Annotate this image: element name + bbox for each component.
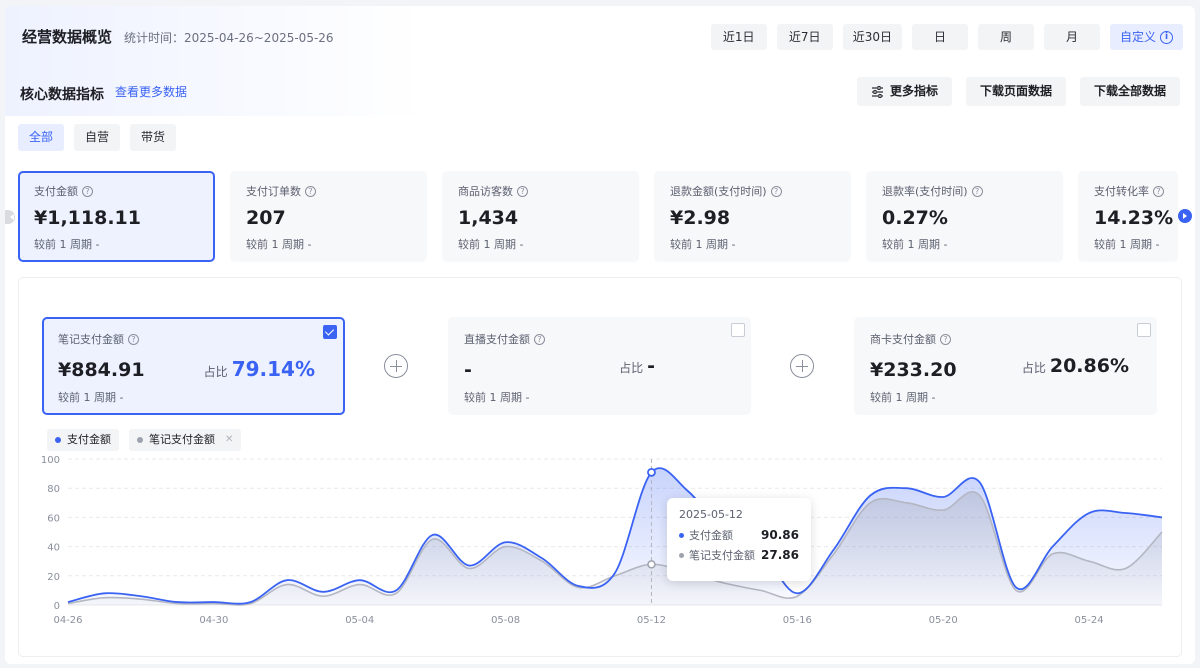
y-tick-label: 60 xyxy=(47,513,60,524)
kpi-label: 支付订单数 xyxy=(246,185,301,198)
kpi-value: ¥2.98 xyxy=(670,207,731,229)
x-tick-label: 05-04 xyxy=(345,615,374,626)
x-tick-label: 05-20 xyxy=(929,615,958,626)
help-icon[interactable]: ? xyxy=(305,185,316,197)
range-day-button[interactable]: 日 xyxy=(911,24,968,50)
x-tick-label: 04-30 xyxy=(199,615,228,626)
data-point-note-payment xyxy=(647,560,656,569)
custom-label: 自定义 xyxy=(1119,30,1156,44)
dot-icon xyxy=(679,532,684,538)
kpi-compare: 较前 1 周期 - xyxy=(34,238,100,251)
y-tick-label: 0 xyxy=(54,601,60,612)
info-icon: i xyxy=(1160,30,1173,44)
tooltip-row: 支付金额 90.86 xyxy=(679,527,799,543)
kpi-value: 1,434 xyxy=(458,207,519,229)
y-tick-label: 40 xyxy=(47,543,60,554)
dot-icon xyxy=(679,552,684,558)
kpi-label: 支付转化率 xyxy=(1094,185,1149,198)
page-title: 经营数据概览 xyxy=(22,28,113,46)
view-more-data-link[interactable]: 查看更多数据 xyxy=(115,83,187,100)
range-week-button[interactable]: 周 xyxy=(977,24,1034,50)
series-area-note-payment xyxy=(68,491,1162,605)
kpi-label: 商品访客数 xyxy=(458,185,513,198)
x-tick-label: 05-16 xyxy=(783,615,812,626)
kpi-card-payment-amount[interactable]: 支付金额? ¥1,118.11 较前 1 周期 - xyxy=(18,171,215,262)
range-30d-button[interactable]: 近30日 xyxy=(842,24,902,50)
download-page-data-button[interactable]: 下载页面数据 xyxy=(965,77,1066,106)
x-tick-label: 05-12 xyxy=(637,615,666,626)
channel-filter-tabs: 全部 自营 带货 xyxy=(18,124,177,151)
download-all-data-button[interactable]: 下载全部数据 xyxy=(1079,77,1180,106)
tab-affiliate[interactable]: 带货 xyxy=(130,124,177,151)
x-tick-label: 05-08 xyxy=(491,615,520,626)
help-icon[interactable]: ? xyxy=(971,185,983,197)
action-buttons: 更多指标 下载页面数据 下载全部数据 xyxy=(856,77,1180,106)
trend-chart: 0 20 40 60 80 100 04-26 04-30 05-04 05-08 05-12 05-… xyxy=(41,455,1163,626)
scroll-left-arrow-icon[interactable] xyxy=(5,210,15,224)
kpi-cards: 支付金额? ¥1,118.11 较前 1 周期 - 支付订单数? 207 较前 … xyxy=(18,171,1178,262)
more-metrics-label: 更多指标 xyxy=(889,84,938,98)
kpi-compare: 较前 1 周期 - xyxy=(246,238,312,251)
help-icon[interactable]: ? xyxy=(1153,185,1164,197)
tooltip-row: 笔记支付金额 27.86 xyxy=(679,547,799,563)
data-overview-page: 经营数据概览 统计时间：2025-04-26~2025-05-26 近1日 近7… xyxy=(5,6,1195,664)
sliders-icon xyxy=(871,85,883,98)
time-range-selector: 近1日 近7日 近30日 日 周 月 自定义 i xyxy=(710,24,1183,50)
chart-tooltip: 2025-05-12 支付金额 90.86 笔记支付金额 27.86 xyxy=(667,498,811,581)
kpi-compare: 较前 1 周期 - xyxy=(1094,238,1160,251)
kpi-card-order-count[interactable]: 支付订单数? 207 较前 1 周期 - xyxy=(230,171,427,262)
kpi-compare: 较前 1 周期 - xyxy=(670,238,736,251)
kpi-card-refund-amount[interactable]: 退款金额(支付时间)? ¥2.98 较前 1 周期 - xyxy=(654,171,851,262)
kpi-value: ¥1,118.11 xyxy=(34,207,141,229)
kpi-value: 14.23% xyxy=(1094,207,1174,229)
more-metrics-button[interactable]: 更多指标 xyxy=(856,77,952,106)
y-tick-label: 80 xyxy=(47,484,60,495)
kpi-label: 支付金额 xyxy=(34,185,78,198)
kpi-value: 207 xyxy=(246,207,286,229)
range-custom-button[interactable]: 自定义 i xyxy=(1109,24,1183,50)
tab-all[interactable]: 全部 xyxy=(18,124,65,151)
y-tick-label: 20 xyxy=(47,572,60,583)
range-month-button[interactable]: 月 xyxy=(1043,24,1100,50)
y-tick-label: 100 xyxy=(41,455,60,466)
kpi-compare: 较前 1 周期 - xyxy=(882,238,948,251)
kpi-compare: 较前 1 周期 - xyxy=(458,238,524,251)
kpi-card-visitors[interactable]: 商品访客数? 1,434 较前 1 周期 - xyxy=(442,171,639,262)
kpi-label: 退款金额(支付时间) xyxy=(670,185,767,198)
kpi-label: 退款率(支付时间) xyxy=(882,185,968,198)
range-7d-button[interactable]: 近7日 xyxy=(776,24,833,50)
stat-range-text: 统计时间：2025-04-26~2025-05-26 xyxy=(124,31,334,45)
help-icon[interactable]: ? xyxy=(517,185,528,197)
x-tick-label: 05-24 xyxy=(1075,615,1104,626)
kpi-value: 0.27% xyxy=(882,207,948,229)
core-metrics-title: 核心数据指标 xyxy=(20,87,104,103)
page-header: 经营数据概览 统计时间：2025-04-26~2025-05-26 xyxy=(22,26,334,47)
kpi-card-refund-rate[interactable]: 退款率(支付时间)? 0.27% 较前 1 周期 - xyxy=(866,171,1063,262)
trend-panel: 笔记支付金额? ¥884.91 较前 1 周期 - 占比 79.14% 直播支付金… xyxy=(18,277,1182,657)
x-tick-label: 04-26 xyxy=(53,615,82,626)
kpi-card-conversion-rate[interactable]: 支付转化率? 14.23% 较前 1 周期 - xyxy=(1078,171,1178,262)
tooltip-date: 2025-05-12 xyxy=(679,508,743,521)
help-icon[interactable]: ? xyxy=(770,185,782,197)
data-point-payment xyxy=(647,467,656,477)
range-1d-button[interactable]: 近1日 xyxy=(710,24,767,50)
tab-self-operated[interactable]: 自营 xyxy=(74,124,121,151)
scroll-right-arrow-icon[interactable] xyxy=(1178,209,1192,223)
help-icon[interactable]: ? xyxy=(82,185,93,197)
